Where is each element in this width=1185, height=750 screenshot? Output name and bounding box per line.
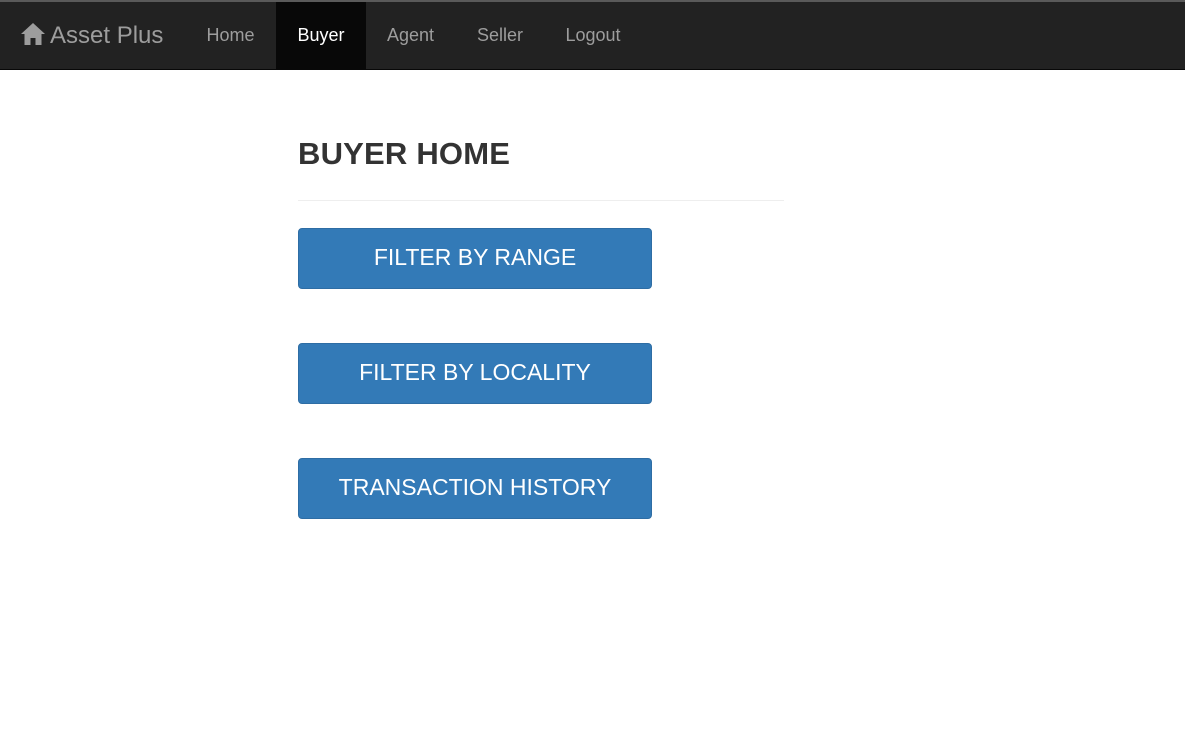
filter-by-locality-button[interactable]: FILTER BY LOCALITY bbox=[298, 343, 652, 404]
page-title: BUYER HOME bbox=[298, 136, 511, 171]
nav-item-agent[interactable]: Agent bbox=[366, 2, 455, 70]
title-divider bbox=[298, 200, 784, 201]
transaction-history-button[interactable]: TRANSACTION HISTORY bbox=[298, 458, 652, 519]
brand-label: Asset Plus bbox=[50, 22, 164, 49]
filter-by-range-button[interactable]: FILTER BY RANGE bbox=[298, 228, 652, 289]
top-navbar: Asset Plus Home Buyer Agent Seller Logou… bbox=[0, 0, 1185, 70]
brand-link[interactable]: Asset Plus bbox=[20, 2, 163, 70]
home-icon bbox=[21, 23, 45, 45]
nav-item-logout[interactable]: Logout bbox=[544, 2, 642, 70]
nav-item-seller[interactable]: Seller bbox=[456, 2, 544, 70]
nav-item-home[interactable]: Home bbox=[186, 2, 275, 70]
nav-item-buyer[interactable]: Buyer bbox=[276, 2, 366, 70]
